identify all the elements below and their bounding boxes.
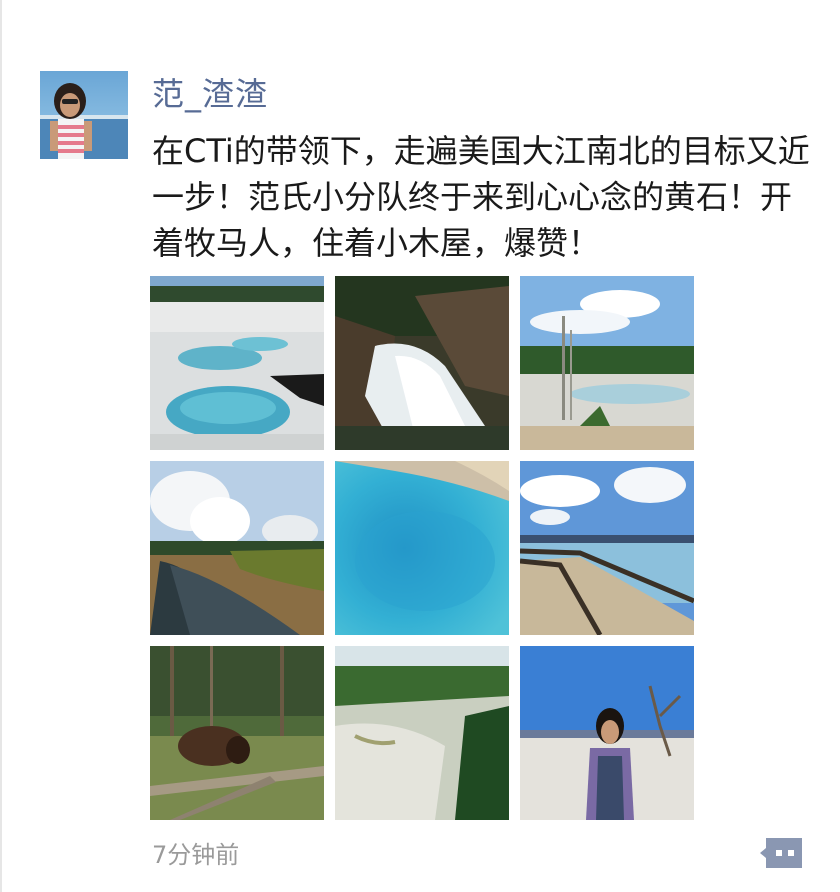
photo-geyser-basin-trees[interactable]	[520, 276, 694, 450]
post-text: 在CTi的带领下，走遍美国大江南北的目标又近一步！范氏小分队终于来到心心念的黄石…	[152, 132, 810, 262]
photo-geyser-landscape[interactable]	[335, 646, 509, 820]
avatar-photo	[40, 71, 128, 159]
left-border	[0, 0, 2, 892]
photo-blue-hot-spring[interactable]	[335, 461, 509, 635]
photo-person-geyser[interactable]	[520, 646, 694, 820]
comment-dots-icon	[760, 838, 802, 868]
photo-boardwalk-lake[interactable]	[520, 461, 694, 635]
photo-hot-spring-pools[interactable]	[150, 276, 324, 450]
avatar[interactable]	[40, 71, 128, 159]
photo-waterfall[interactable]	[335, 276, 509, 450]
photo-steaming-river[interactable]	[150, 461, 324, 635]
post-timestamp: 7分钟前	[152, 841, 240, 869]
photo-grid	[150, 276, 694, 820]
comment-button[interactable]	[758, 836, 804, 870]
photo-bison-forest[interactable]	[150, 646, 324, 820]
post-username[interactable]: 范_渣渣	[152, 74, 268, 114]
